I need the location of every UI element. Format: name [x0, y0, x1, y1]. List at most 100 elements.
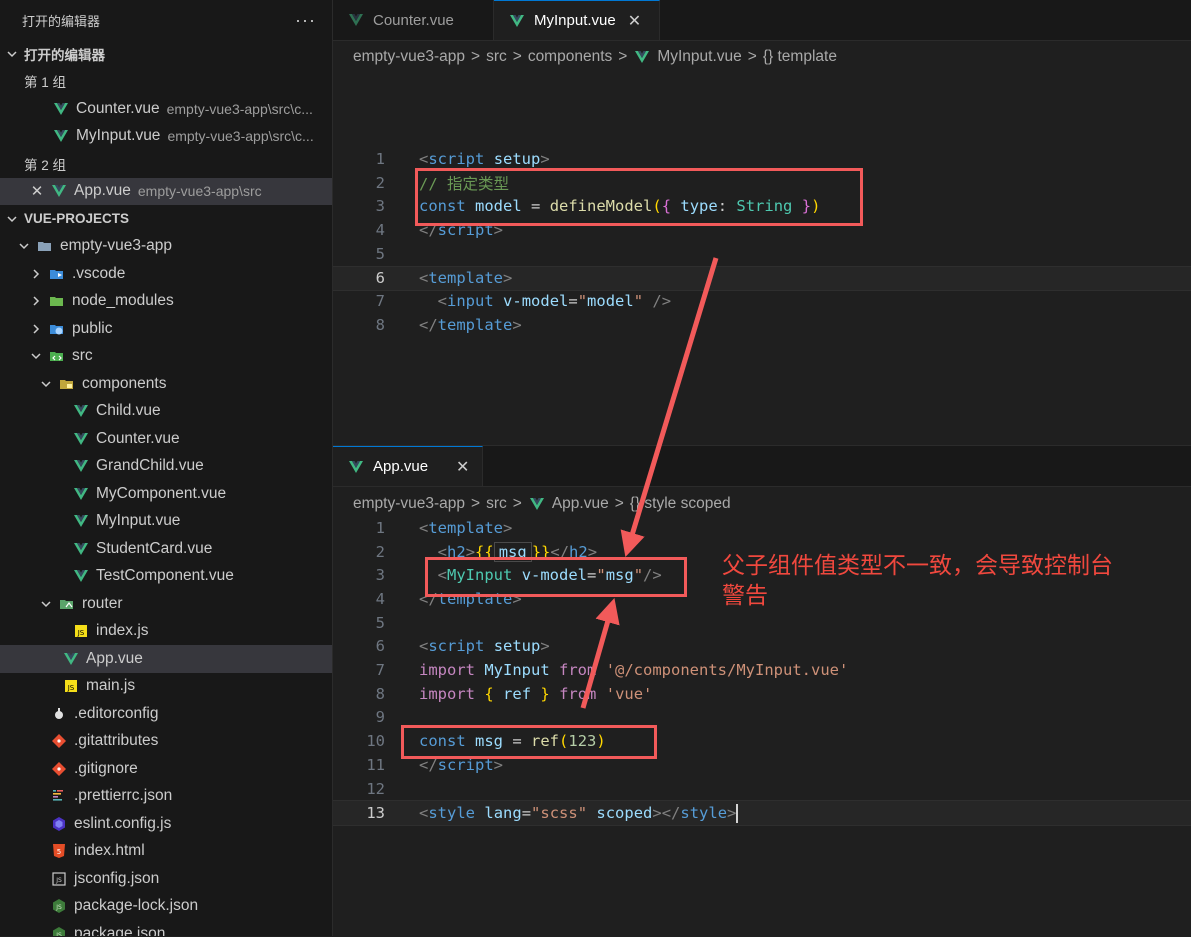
- chevron-down-icon: [16, 240, 32, 252]
- line-number: 4: [375, 220, 385, 239]
- open-editor-app[interactable]: ✕ App.vue empty-vue3-app\src: [0, 177, 332, 205]
- breadcrumb-item[interactable]: App.vue: [552, 495, 609, 513]
- git-icon: [50, 760, 68, 778]
- code-line: 12: [333, 777, 1191, 801]
- tab-myinput-vue[interactable]: MyInput.vue ✕: [494, 0, 660, 40]
- tree-file-package-json[interactable]: JS package.json: [0, 920, 332, 936]
- tree-file-gitignore[interactable]: .gitignore: [0, 755, 332, 783]
- tree-file-gitattributes[interactable]: .gitattributes: [0, 728, 332, 756]
- tree-file-component[interactable]: MyComponent.vue: [0, 480, 332, 508]
- tab-app-vue[interactable]: App.vue ✕: [333, 446, 483, 486]
- open-editor-counter[interactable]: Counter.vue empty-vue3-app\src\c...: [0, 95, 332, 123]
- code-line: 7 <input v-model="model" />: [333, 289, 1191, 313]
- line-number: 12: [366, 779, 385, 798]
- tree-folder-node-modules[interactable]: node_modules: [0, 288, 332, 316]
- tree-file-app-vue[interactable]: App.vue: [0, 645, 332, 673]
- folder-name: public: [72, 319, 113, 337]
- tree-file-index-html[interactable]: 5 index.html: [0, 838, 332, 866]
- tree-file-router-index[interactable]: JS index.js: [0, 618, 332, 646]
- breadcrumb-item[interactable]: empty-vue3-app: [353, 48, 465, 66]
- tree-file-component[interactable]: MyInput.vue: [0, 508, 332, 536]
- vue-file-icon: [633, 48, 651, 66]
- code-line: 7 import MyInput from '@/components/MyInp…: [333, 658, 1191, 682]
- line-number: 13: [366, 804, 385, 823]
- file-name: package.json: [74, 924, 166, 936]
- explorer-sidebar: 打开的编辑器 ··· 打开的编辑器 第 1 组 Counter.vue empt…: [0, 0, 333, 936]
- file-name: MyComponent.vue: [96, 484, 227, 502]
- tree-folder-router[interactable]: router: [0, 590, 332, 618]
- line-number: 7: [375, 661, 385, 680]
- line-number: 4: [375, 589, 385, 608]
- tree-file-component[interactable]: Counter.vue: [0, 425, 332, 453]
- folder-name: .vscode: [72, 264, 126, 282]
- close-icon[interactable]: ✕: [456, 457, 469, 477]
- breadcrumb-item[interactable]: components: [528, 48, 612, 66]
- close-icon[interactable]: ✕: [30, 182, 44, 200]
- group-label: 第 2 组: [24, 157, 67, 173]
- nodejs-icon: JS: [50, 925, 68, 936]
- tree-file-component[interactable]: StudentCard.vue: [0, 535, 332, 563]
- project-section[interactable]: VUE-PROJECTS: [0, 205, 332, 233]
- vscode-folder-icon: [48, 265, 66, 283]
- editor-pane-bottom: App.vue ✕ empty-vue3-app > src > App.vue > …: [333, 445, 1191, 937]
- file-name: jsconfig.json: [74, 869, 160, 887]
- folder-open-icon: [36, 237, 54, 255]
- nodejs-icon: JS: [50, 897, 68, 915]
- breadcrumb-item[interactable]: empty-vue3-app: [353, 495, 465, 513]
- breadcrumb-item[interactable]: {} template: [763, 48, 837, 66]
- tree-file-eslint[interactable]: eslint.config.js: [0, 810, 332, 838]
- highlight-box-define-model: [415, 168, 863, 226]
- vue-file-icon: [50, 182, 68, 200]
- tree-file-jsconfig[interactable]: JS jsconfig.json: [0, 865, 332, 893]
- line-number: 2: [375, 173, 385, 192]
- code-line: 8 </template>: [333, 313, 1191, 337]
- tree-folder-vscode[interactable]: .vscode: [0, 260, 332, 288]
- editor-group-2[interactable]: 第 2 组: [0, 150, 332, 178]
- breadcrumb-item[interactable]: MyInput.vue: [657, 48, 741, 66]
- tree-file-main-js[interactable]: JS main.js: [0, 673, 332, 701]
- file-name: App.vue: [86, 649, 143, 667]
- more-actions-icon[interactable]: ···: [295, 10, 316, 31]
- folder-name: node_modules: [72, 292, 174, 310]
- tab-label: App.vue: [373, 458, 429, 475]
- svg-text:JS: JS: [67, 684, 75, 692]
- code-line: 5: [333, 242, 1191, 266]
- tree-folder-root[interactable]: empty-vue3-app: [0, 233, 332, 261]
- tree-file-editorconfig[interactable]: .editorconfig: [0, 700, 332, 728]
- line-number: 7: [375, 292, 385, 311]
- tree-folder-components[interactable]: components: [0, 370, 332, 398]
- tree-file-component[interactable]: TestComponent.vue: [0, 563, 332, 591]
- folder-name: components: [82, 374, 167, 392]
- chevron-down-icon: [38, 378, 54, 390]
- file-name: .prettierrc.json: [74, 787, 173, 805]
- tab-counter-vue[interactable]: Counter.vue: [333, 0, 494, 40]
- breadcrumb-item[interactable]: {} style scoped: [630, 495, 731, 513]
- code-line-current: 13 <style lang="scss" scoped></style>: [333, 800, 1191, 827]
- tree-file-component[interactable]: Child.vue: [0, 398, 332, 426]
- tab-label: MyInput.vue: [534, 12, 616, 29]
- tree-folder-src[interactable]: src: [0, 343, 332, 371]
- chevron-right-icon: [28, 323, 44, 335]
- highlight-box-const-msg: [401, 725, 657, 759]
- open-editor-myinput[interactable]: MyInput.vue empty-vue3-app\src\c...: [0, 123, 332, 151]
- tree-folder-public[interactable]: public: [0, 315, 332, 343]
- line-number: 1: [375, 518, 385, 537]
- file-name: eslint.config.js: [74, 814, 172, 832]
- chevron-down-icon: [4, 48, 20, 60]
- close-icon[interactable]: ✕: [628, 11, 641, 31]
- svg-text:JS: JS: [55, 904, 62, 911]
- line-number: 2: [375, 542, 385, 561]
- breadcrumb-item[interactable]: src: [486, 495, 507, 513]
- open-editors-section[interactable]: 打开的编辑器: [0, 40, 332, 68]
- file-name: Counter.vue: [96, 429, 180, 447]
- tree-file-package-lock[interactable]: JS package-lock.json: [0, 893, 332, 921]
- highlight-box-myinput-vmodel: [425, 557, 687, 597]
- tree-file-prettierrc[interactable]: .prettierrc.json: [0, 783, 332, 811]
- node-folder-icon: [48, 292, 66, 310]
- editor-group-1[interactable]: 第 1 组: [0, 68, 332, 96]
- line-number: 3: [375, 566, 385, 585]
- tree-file-component[interactable]: GrandChild.vue: [0, 453, 332, 481]
- breadcrumb-item[interactable]: src: [486, 48, 507, 66]
- code-line: 1 <template>: [333, 516, 1191, 540]
- annotation-line: 警告: [722, 583, 768, 609]
